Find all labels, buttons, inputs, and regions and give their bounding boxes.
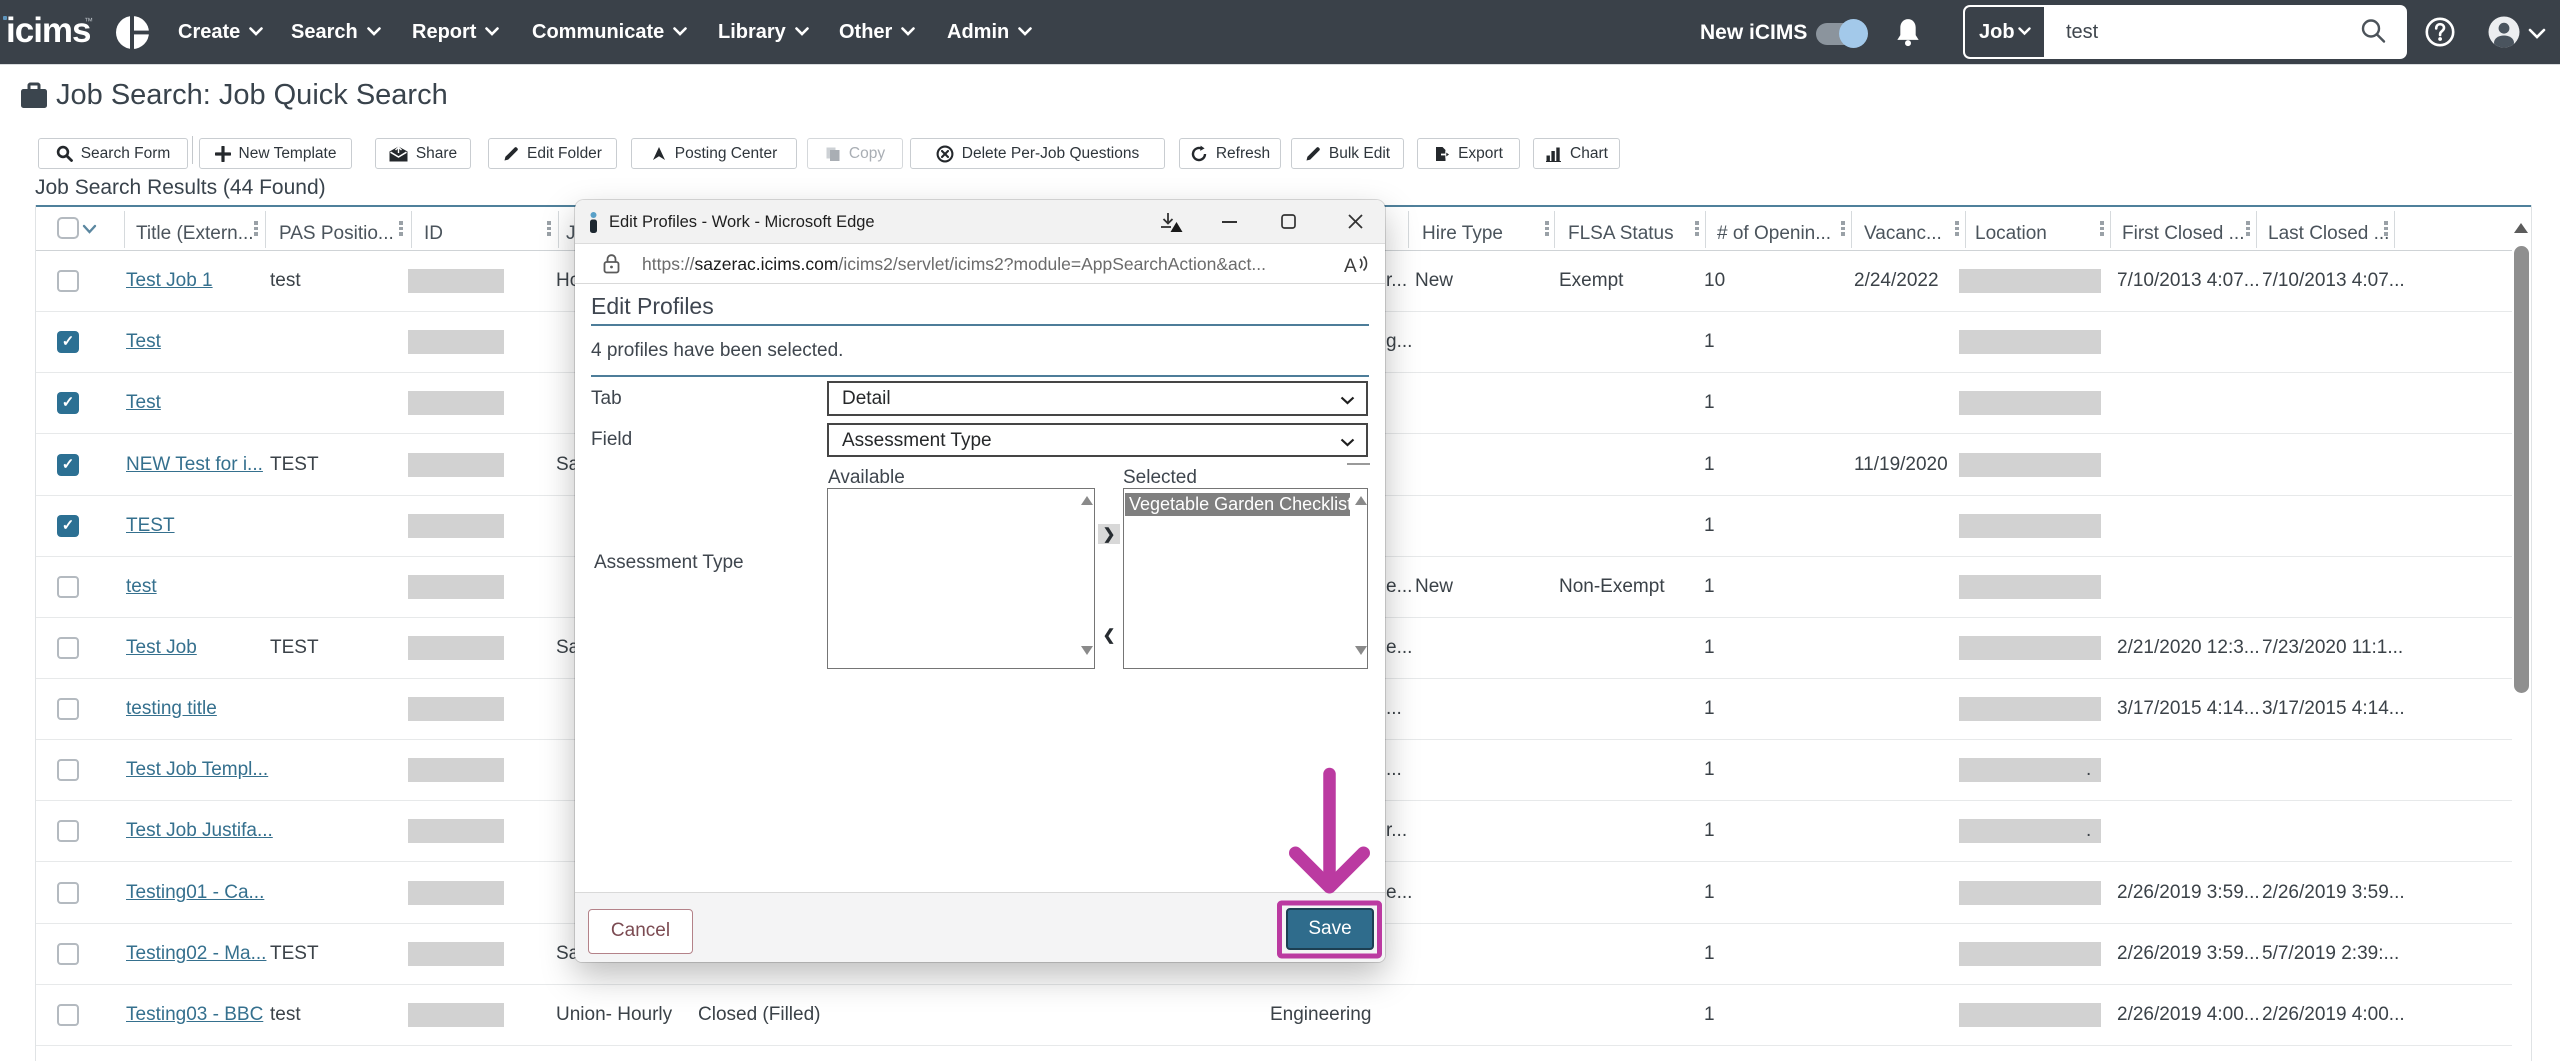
svg-text:A: A <box>1344 256 1357 277</box>
